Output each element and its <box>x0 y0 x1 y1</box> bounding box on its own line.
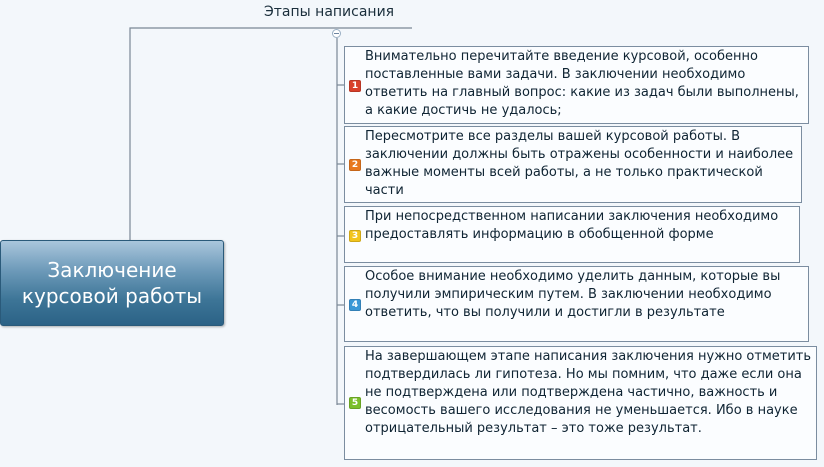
topic-item-text: При непосредственном написании заключени… <box>365 209 779 242</box>
topic-item-text: Внимательно перечитайте введение курсово… <box>365 49 799 118</box>
priority-5-icon: 5 <box>349 397 361 409</box>
topic-item-3[interactable]: 3 При непосредственном написании заключе… <box>344 206 800 263</box>
topic-item-text: На завершающем этапе написания заключени… <box>365 349 812 436</box>
topic-item-2[interactable]: 2 Пересмотрите все разделы вашей курсово… <box>344 126 802 203</box>
priority-1-icon: 1 <box>349 80 361 92</box>
central-topic-label: Заключение курсовой работы <box>21 258 203 308</box>
priority-2-icon: 2 <box>349 159 361 171</box>
topic-item-5[interactable]: 5 На завершающем этапе написания заключе… <box>344 346 817 460</box>
topic-item-text: Пересмотрите все разделы вашей курсовой … <box>365 129 794 198</box>
priority-4-icon: 4 <box>349 299 361 311</box>
topic-item-1[interactable]: 1 Внимательно перечитайте введение курсо… <box>344 46 809 124</box>
branch-title[interactable]: Этапы написания <box>264 4 394 20</box>
topic-item-text: Особое внимание необходимо уделить данны… <box>365 269 781 320</box>
central-topic[interactable]: Заключение курсовой работы <box>0 240 224 326</box>
topic-item-4[interactable]: 4 Особое внимание необходимо уделить дан… <box>344 266 809 342</box>
priority-3-icon: 3 <box>349 230 361 242</box>
collapse-icon[interactable] <box>332 29 341 38</box>
